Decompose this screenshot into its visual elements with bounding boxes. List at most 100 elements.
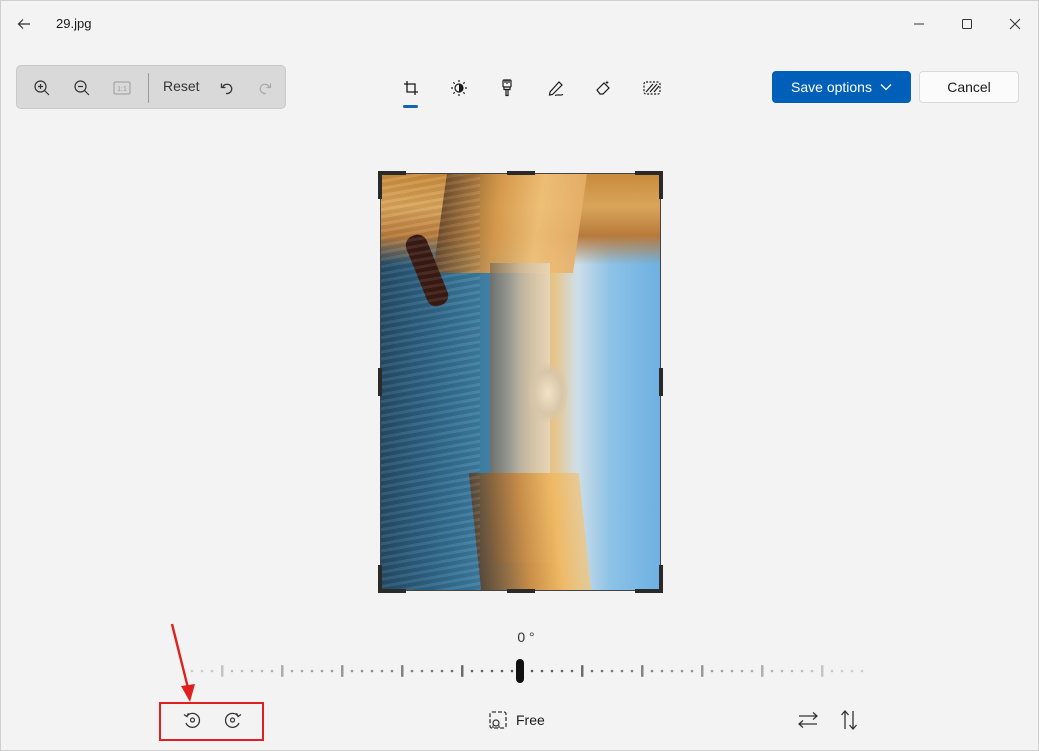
slider-ticks — [190, 665, 864, 677]
flip-vertical-button[interactable] — [835, 706, 863, 734]
slider-major-tick — [641, 665, 644, 677]
slider-minor-tick — [470, 669, 474, 673]
crop-handle-bottom-left[interactable] — [378, 589, 406, 593]
slider-minor-tick — [270, 669, 274, 673]
save-options-label: Save options — [791, 79, 872, 95]
tab-markup[interactable] — [542, 74, 570, 102]
erase-icon — [596, 80, 610, 95]
rotation-angle-label: 0 ° — [517, 629, 535, 645]
actual-size-button[interactable]: 1:1 — [107, 74, 137, 102]
slider-minor-tick — [330, 669, 334, 673]
slider-minor-tick — [630, 669, 634, 673]
crop-icon — [404, 81, 418, 95]
back-button[interactable] — [10, 10, 38, 38]
active-tab-indicator — [403, 105, 418, 108]
redo-button[interactable] — [250, 74, 280, 102]
tab-erase[interactable] — [590, 74, 618, 102]
slider-minor-tick — [250, 669, 254, 673]
slider-minor-tick — [800, 669, 804, 673]
zoom-in-icon — [34, 80, 50, 96]
crop-handle-top[interactable] — [507, 171, 535, 175]
slider-minor-tick — [660, 669, 664, 673]
maximize-button[interactable] — [944, 8, 990, 40]
slider-minor-tick — [380, 669, 384, 673]
slider-minor-tick — [650, 669, 654, 673]
zoom-out-icon — [74, 80, 90, 96]
crop-handle-top-left[interactable] — [378, 171, 382, 199]
rotate-right-button[interactable] — [219, 706, 247, 734]
crop-canvas[interactable] — [378, 171, 663, 593]
slider-minor-tick — [670, 669, 674, 673]
rotate-controls-highlight — [159, 702, 264, 741]
redo-icon — [259, 83, 272, 95]
slider-minor-tick — [360, 669, 364, 673]
slider-minor-tick — [230, 669, 234, 673]
adjust-icon — [451, 80, 467, 96]
minimize-button[interactable] — [896, 8, 942, 40]
flip-vertical-icon — [841, 710, 857, 730]
rotate-left-button[interactable] — [178, 706, 206, 734]
slider-minor-tick — [710, 669, 714, 673]
slider-minor-tick — [570, 669, 574, 673]
chevron-down-icon — [880, 84, 892, 91]
background-blur-icon — [643, 81, 661, 95]
slider-minor-tick — [350, 669, 354, 673]
rotate-right-icon — [224, 712, 242, 728]
crop-handle-top-right[interactable] — [659, 171, 663, 199]
tab-adjust[interactable] — [445, 74, 473, 102]
crop-handle-top-left[interactable] — [378, 171, 406, 175]
slider-minor-tick — [320, 669, 324, 673]
window-title: 29.jpg — [56, 16, 92, 31]
tab-background-blur[interactable] — [638, 74, 666, 102]
slider-major-tick — [461, 665, 464, 677]
slider-thumb[interactable] — [516, 659, 524, 683]
slider-minor-tick — [600, 669, 604, 673]
slider-minor-tick — [720, 669, 724, 673]
slider-major-tick — [821, 665, 824, 677]
tab-filter[interactable] — [493, 74, 521, 102]
slider-minor-tick — [290, 669, 294, 673]
aspect-ratio-button[interactable]: Free — [488, 706, 545, 734]
crop-handle-left[interactable] — [378, 368, 382, 396]
undo-button[interactable] — [212, 74, 242, 102]
slider-minor-tick — [540, 669, 544, 673]
cancel-button[interactable]: Cancel — [919, 71, 1019, 103]
slider-minor-tick — [770, 669, 774, 673]
straighten-slider[interactable] — [180, 656, 870, 686]
slider-major-tick — [701, 665, 704, 677]
slider-minor-tick — [430, 669, 434, 673]
slider-minor-tick — [590, 669, 594, 673]
slider-minor-tick — [480, 669, 484, 673]
slider-minor-tick — [850, 669, 854, 673]
save-options-button[interactable]: Save options — [772, 71, 911, 103]
close-button[interactable] — [992, 8, 1038, 40]
slider-major-tick — [581, 665, 584, 677]
slider-minor-tick — [370, 669, 374, 673]
zoom-out-button[interactable] — [67, 74, 97, 102]
crop-frame — [380, 173, 661, 591]
minimize-icon — [914, 23, 924, 25]
slider-major-tick — [221, 665, 224, 677]
flip-horizontal-button[interactable] — [794, 706, 822, 734]
slider-minor-tick — [860, 669, 864, 673]
crop-handle-bottom-left[interactable] — [378, 565, 382, 593]
slider-minor-tick — [810, 669, 814, 673]
slider-major-tick — [341, 665, 344, 677]
title-bar: 29.jpg — [0, 0, 1039, 48]
zoom-in-button[interactable] — [27, 74, 57, 102]
crop-handle-bottom-right[interactable] — [659, 565, 663, 593]
toolbar-divider — [148, 73, 149, 103]
back-arrow-icon — [17, 19, 30, 29]
reset-button[interactable]: Reset — [159, 78, 204, 98]
tab-crop[interactable] — [397, 74, 425, 102]
slider-minor-tick — [690, 669, 694, 673]
flip-horizontal-icon — [798, 712, 818, 728]
crop-handle-bottom[interactable] — [507, 589, 535, 593]
crop-handle-right[interactable] — [659, 368, 663, 396]
slider-minor-tick — [510, 669, 514, 673]
markup-icon — [548, 81, 564, 97]
slider-minor-tick — [240, 669, 244, 673]
slider-minor-tick — [420, 669, 424, 673]
slider-minor-tick — [790, 669, 794, 673]
actual-size-label: 1:1 — [117, 86, 127, 93]
